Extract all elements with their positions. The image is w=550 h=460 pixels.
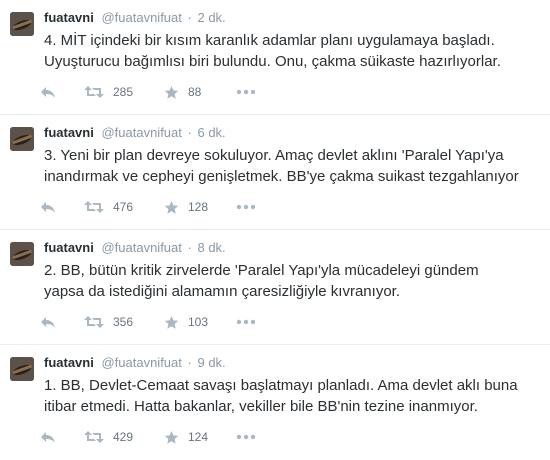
more-button[interactable] [236,428,256,446]
favorite-count: 88 [188,85,202,99]
retweet-icon [84,201,104,213]
retweet-button[interactable]: 285 [84,83,133,101]
reply-icon [41,87,55,98]
favorite-button[interactable]: 88 [164,83,201,101]
tweet-text-line: itibar etmedi. Hatta bakanlar, vekiller … [44,398,478,415]
tweet[interactable]: fuatavni @fuatavnifuat · 9 dk. 1. BB, De… [0,345,550,460]
timestamp[interactable]: 8 dk. [197,240,225,255]
separator: · [187,10,192,25]
avatar[interactable] [10,357,34,381]
username[interactable]: @fuatavnifuat [101,240,181,255]
tweet-text-line: inandırmak ve cepheyi genişletmek. BB'ye… [44,168,519,185]
retweet-count: 429 [113,430,134,444]
favorite-button[interactable]: 124 [164,428,208,446]
separator: · [187,240,192,255]
tweet-text-line: yapsa da istediğini alamamın çaresizliği… [44,283,400,300]
reply-button[interactable] [40,313,56,331]
favorite-count: 124 [188,430,209,444]
more-dots-icon [236,434,256,440]
tweet-text-line: Uyuşturucu bağımlısı biri bulundu. Onu, … [44,53,501,70]
username[interactable]: @fuatavnifuat [101,10,181,25]
timestamp[interactable]: 2 dk. [197,10,225,25]
retweet-icon [84,431,104,443]
tweet-text-line: 1. BB, Devlet-Cemaat savaşı başlatmayı p… [44,377,518,394]
fullname[interactable]: fuatavni [44,125,94,140]
reply-button[interactable] [40,428,56,446]
more-button[interactable] [236,83,256,101]
tweet[interactable]: fuatavni @fuatavnifuat · 6 dk. 3. Yeni b… [0,115,550,230]
reply-button[interactable] [40,198,56,216]
avatar[interactable] [10,242,34,266]
more-dots-icon [236,319,256,325]
reply-icon [41,317,55,328]
retweet-count: 356 [113,315,134,329]
more-dots-icon [236,204,256,210]
tweet-text: 3. Yeni bir plan devreye sokuluyor. Amaç… [44,145,544,187]
username[interactable]: @fuatavnifuat [101,355,181,370]
retweet-count: 476 [113,200,134,214]
tweet-text: 2. BB, bütün kritik zirvelerde 'Paralel … [44,260,544,302]
separator: · [187,355,192,370]
favorite-count: 103 [188,315,209,329]
tweet-header: fuatavni @fuatavnifuat · 8 dk. [44,240,226,256]
avatar[interactable] [10,127,34,151]
star-icon [164,315,179,329]
tweet-header: fuatavni @fuatavnifuat · 9 dk. [44,355,226,371]
retweet-button[interactable]: 476 [84,198,133,216]
tweet-header: fuatavni @fuatavnifuat · 6 dk. [44,125,226,141]
avatar[interactable] [10,12,34,36]
retweet-icon [84,86,104,98]
tweet-header: fuatavni @fuatavnifuat · 2 dk. [44,10,226,26]
star-icon [164,85,179,99]
tweet-text-line: 3. Yeni bir plan devreye sokuluyor. Amaç… [44,147,504,164]
tweet-text: 4. MİT içindeki bir kısım karanlık adaml… [44,30,544,72]
reply-button[interactable] [40,83,56,101]
timestamp[interactable]: 6 dk. [197,125,225,140]
tweet-text: 1. BB, Devlet-Cemaat savaşı başlatmayı p… [44,375,544,417]
favorite-button[interactable]: 128 [164,198,208,216]
retweet-button[interactable]: 429 [84,428,133,446]
tweet-timeline: fuatavni @fuatavnifuat · 2 dk. 4. MİT iç… [0,0,550,458]
more-button[interactable] [236,198,256,216]
star-icon [164,430,179,444]
username[interactable]: @fuatavnifuat [101,125,181,140]
reply-icon [41,202,55,213]
retweet-count: 285 [113,85,134,99]
more-dots-icon [236,89,256,95]
favorite-count: 128 [188,200,209,214]
fullname[interactable]: fuatavni [44,10,94,25]
more-button[interactable] [236,313,256,331]
separator: · [187,125,192,140]
reply-icon [41,432,55,443]
tweet[interactable]: fuatavni @fuatavnifuat · 8 dk. 2. BB, bü… [0,230,550,345]
retweet-icon [84,316,104,328]
fullname[interactable]: fuatavni [44,240,94,255]
tweet[interactable]: fuatavni @fuatavnifuat · 2 dk. 4. MİT iç… [0,0,550,115]
favorite-button[interactable]: 103 [164,313,208,331]
star-icon [164,200,179,214]
tweet-text-line: 2. BB, bütün kritik zirvelerde 'Paralel … [44,262,479,279]
tweet-text-line: 4. MİT içindeki bir kısım karanlık adaml… [44,32,495,49]
timestamp[interactable]: 9 dk. [197,355,225,370]
retweet-button[interactable]: 356 [84,313,133,331]
fullname[interactable]: fuatavni [44,355,94,370]
